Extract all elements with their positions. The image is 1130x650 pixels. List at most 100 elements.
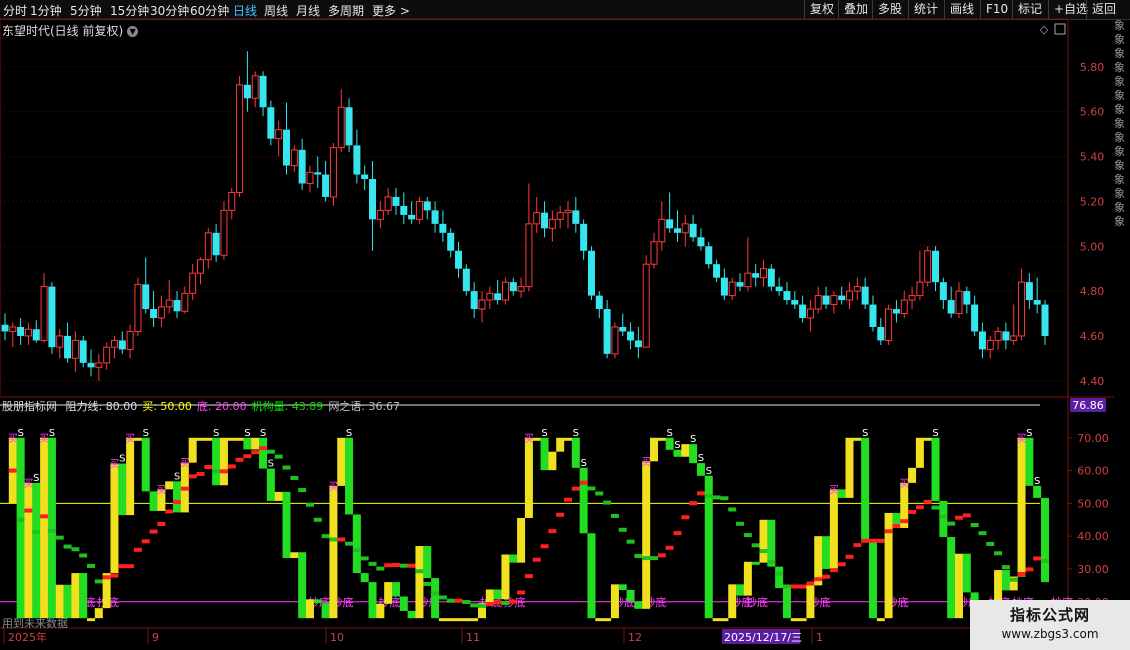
candle-down — [1, 324, 9, 332]
x-axis-label: 11 — [466, 631, 480, 644]
mid-line-step — [751, 543, 760, 548]
mid-line-step — [868, 538, 877, 543]
osc-step — [587, 533, 596, 619]
mid-line-step — [673, 531, 682, 536]
sell-signal-label: S — [49, 428, 55, 439]
sell-signal-label: S — [932, 428, 938, 439]
candle-down — [838, 295, 846, 301]
osc-step — [298, 552, 307, 619]
candle-down — [447, 232, 455, 251]
osc-step — [782, 588, 791, 619]
mid-line-step — [923, 499, 932, 504]
mid-line-step — [931, 505, 940, 510]
osc-step — [212, 437, 221, 486]
candle-up — [329, 147, 337, 198]
candle-up — [908, 295, 916, 301]
mid-line-step — [407, 563, 416, 568]
candle-up — [1018, 281, 1026, 337]
osc-step — [931, 437, 940, 501]
mid-line-step — [40, 514, 49, 519]
candle-down — [259, 75, 267, 108]
osc-step — [790, 618, 799, 622]
candle-down — [322, 174, 330, 197]
sell-signal-label: S — [666, 428, 672, 439]
mid-line-step — [540, 544, 549, 549]
mid-line-step — [227, 464, 236, 469]
osc-step — [642, 461, 651, 609]
osc-step — [133, 437, 142, 441]
mid-line-step — [798, 584, 807, 589]
osc-step — [290, 552, 299, 559]
mid-line-step — [571, 486, 580, 491]
osc-step — [751, 561, 760, 565]
osc-step — [32, 482, 41, 619]
candle-down — [87, 362, 95, 368]
mid-line-step — [337, 537, 346, 542]
osc-step — [689, 444, 698, 464]
mid-line-step — [704, 493, 713, 498]
sell-signal-label: S — [119, 454, 125, 465]
mid-line-step — [16, 517, 25, 522]
mid-line-step — [689, 501, 698, 506]
candle-up — [994, 330, 1002, 341]
osc-step — [16, 437, 25, 619]
mid-line-step — [368, 561, 377, 566]
candle-down — [572, 210, 580, 224]
osc-step — [305, 599, 314, 619]
osc-step — [454, 618, 463, 622]
osc-step — [571, 437, 580, 468]
candle-down — [963, 291, 971, 305]
osc-step — [399, 596, 408, 611]
osc-step — [947, 536, 956, 619]
osc-step — [775, 566, 784, 589]
osc-step — [853, 437, 862, 441]
osc-step — [321, 603, 330, 619]
sell-signal-label: S — [260, 428, 266, 439]
candle-down — [118, 340, 126, 350]
mid-line-step — [564, 497, 573, 502]
candle-up — [134, 283, 142, 332]
candle-down — [697, 237, 705, 247]
candle-down — [595, 295, 603, 310]
osc-step — [822, 536, 831, 569]
osc-step — [345, 437, 354, 515]
buy-signal-label: 买 — [23, 478, 33, 490]
mid-line-step — [180, 486, 189, 491]
mid-line-step — [79, 553, 88, 558]
buy-signal-label: 买 — [829, 484, 839, 496]
candle-up — [165, 299, 173, 308]
mid-line-step — [775, 571, 784, 576]
mid-line-step — [532, 557, 541, 562]
candle-down — [408, 214, 416, 220]
osc-step — [798, 618, 807, 622]
candle-down — [666, 219, 674, 229]
candle-down — [48, 286, 56, 348]
osc-step — [595, 618, 604, 622]
osc-step — [235, 437, 244, 441]
mid-line-step — [118, 564, 127, 569]
mid-line-step — [743, 533, 752, 538]
candle-up — [744, 272, 752, 288]
indicator-value-0: 阻力线: 80.00 — [65, 400, 138, 413]
mid-line-step — [978, 531, 987, 536]
candle-down — [283, 129, 291, 166]
osc-step — [87, 618, 96, 622]
candle-up — [986, 339, 994, 350]
candle-up — [556, 212, 564, 220]
mid-line-step — [415, 569, 424, 574]
mid-line-step — [837, 562, 846, 567]
bottom-signal-label: 抄底 — [746, 595, 768, 609]
osc-step — [884, 512, 893, 619]
candle-down — [892, 309, 900, 314]
osc-step — [438, 618, 447, 622]
osc-step — [994, 570, 1003, 602]
candle-down — [243, 84, 251, 99]
buy-signal-label: 买 — [125, 433, 135, 445]
osc-step — [329, 485, 338, 619]
candle-up — [1010, 335, 1018, 341]
mid-line-step — [970, 522, 979, 527]
mid-line-step — [876, 538, 885, 543]
mid-line-step — [657, 553, 666, 558]
mid-line-step — [650, 556, 659, 561]
ind-tick-label: 50.00 — [1077, 497, 1109, 510]
